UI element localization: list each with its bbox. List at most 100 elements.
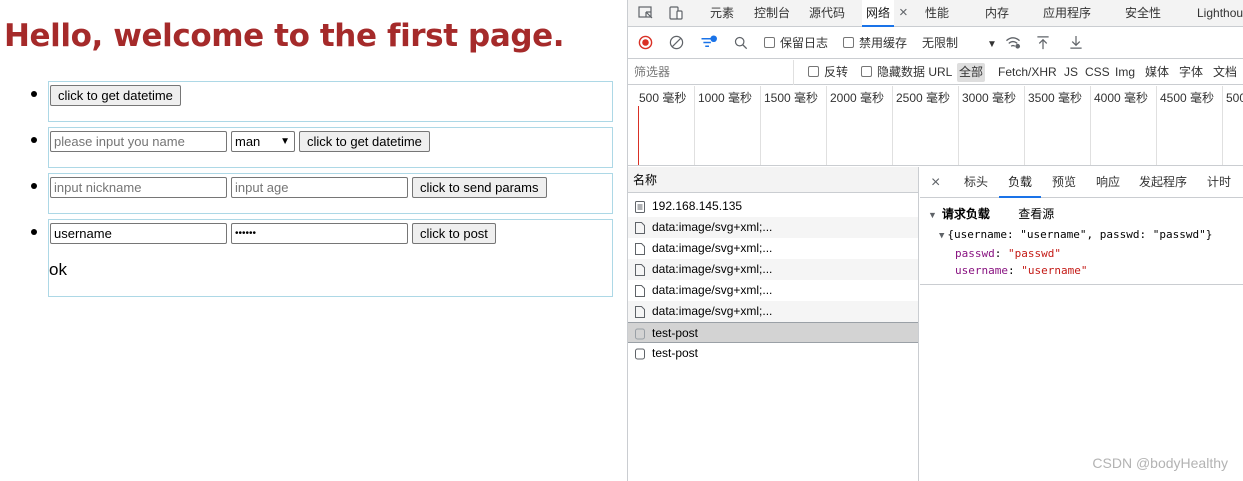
name-input[interactable]: please input you name (50, 131, 227, 152)
filter-type-img[interactable]: Img (1115, 60, 1135, 85)
hide-data-url-checkbox[interactable]: 隐藏数据 URL (861, 60, 952, 85)
request-list: 名称 192.168.145.135 data:image/svg+xml;..… (628, 167, 919, 481)
clear-icon[interactable] (669, 28, 684, 59)
tab-elements[interactable]: 元素 (710, 0, 734, 27)
payload-field: passwd: "passwd" (955, 247, 1061, 260)
triangle-down-icon: ▼ (939, 231, 945, 241)
network-toolbar: 保留日志 禁用缓存 无限制 ▼ (628, 28, 1243, 59)
xhr-icon (635, 328, 645, 340)
section-post: username •••••• click to post (48, 219, 613, 297)
inspect-element-icon[interactable] (638, 0, 654, 27)
request-row[interactable]: data:image/svg+xml;... (628, 217, 918, 238)
tab-application[interactable]: 应用程序 (1043, 0, 1091, 27)
request-row[interactable]: test-post (628, 343, 918, 364)
tab-preview[interactable]: 预览 (1052, 167, 1076, 198)
payload-field-key: passwd (955, 247, 995, 260)
file-icon (635, 264, 645, 276)
payload-section-header[interactable]: ▼ 请求负载 查看源 (928, 205, 1054, 222)
export-har-icon[interactable] (1069, 28, 1083, 59)
disable-cache-checkbox[interactable]: 禁用缓存 (843, 28, 907, 59)
close-network-tab-icon[interactable]: × (899, 0, 908, 27)
request-row[interactable]: data:image/svg+xml;... (628, 238, 918, 259)
filter-type-css[interactable]: CSS (1085, 60, 1110, 85)
tab-lighthouse[interactable]: Lighthou (1197, 0, 1243, 27)
record-icon[interactable] (638, 28, 653, 59)
timeline-tick: 500 (1222, 86, 1243, 165)
devtools-panel: 元素 控制台 源代码 网络 × 性能 内存 应用程序 安全性 Lighthou … (627, 0, 1243, 481)
tab-sources[interactable]: 源代码 (809, 0, 845, 27)
request-name: data:image/svg+xml;... (652, 262, 773, 276)
file-icon (635, 222, 645, 234)
checkbox-box (861, 66, 872, 77)
tab-memory[interactable]: 内存 (985, 0, 1009, 27)
search-icon[interactable] (734, 28, 748, 59)
filter-type-all[interactable]: 全部 (957, 63, 986, 82)
filter-icon[interactable] (700, 28, 718, 59)
age-input[interactable]: input age (231, 177, 408, 198)
tab-headers[interactable]: 标头 (964, 167, 988, 198)
import-har-icon[interactable] (1036, 28, 1050, 59)
timeline-tick: 2000 毫秒 (826, 86, 884, 165)
request-row[interactable]: data:image/svg+xml;... (628, 280, 918, 301)
request-list-header[interactable]: 名称 (628, 167, 918, 193)
list-bullet (31, 183, 37, 189)
section-send-params: input nickname input age click to send p… (48, 173, 613, 214)
payload-summary-row[interactable]: ▼ {username: "username", passwd: "passwd"… (939, 228, 1212, 241)
filter-type-media[interactable]: 媒体 (1145, 60, 1169, 85)
send-params-button[interactable]: click to send params (412, 177, 547, 198)
post-button[interactable]: click to post (412, 223, 496, 244)
tab-network[interactable]: 网络 (862, 0, 895, 27)
invert-label: 反转 (824, 65, 849, 79)
password-input[interactable]: •••••• (231, 223, 408, 244)
filter-input[interactable]: 筛选器 (634, 60, 794, 85)
request-row-selected[interactable]: test-post (628, 322, 918, 343)
request-name: 192.168.145.135 (652, 199, 743, 213)
request-name: data:image/svg+xml;... (652, 283, 773, 297)
filter-type-fetch-xhr[interactable]: Fetch/XHR (998, 60, 1057, 85)
filter-type-font[interactable]: 字体 (1179, 60, 1203, 85)
request-row[interactable]: data:image/svg+xml;... (628, 259, 918, 280)
tab-performance[interactable]: 性能 (925, 0, 949, 27)
tab-console[interactable]: 控制台 (754, 0, 790, 27)
network-conditions-icon[interactable] (1004, 28, 1022, 59)
devtools-tabbar: 元素 控制台 源代码 网络 × 性能 内存 应用程序 安全性 Lighthou (628, 0, 1243, 27)
view-source-link[interactable]: 查看源 (1018, 207, 1054, 221)
tab-timing[interactable]: 计时 (1207, 167, 1231, 198)
get-datetime-button[interactable]: click to get datetime (50, 85, 181, 106)
tab-payload[interactable]: 负载 (999, 167, 1042, 198)
request-row[interactable]: 192.168.145.135 (628, 196, 918, 217)
preserve-log-checkbox[interactable]: 保留日志 (764, 28, 828, 59)
file-icon (635, 285, 645, 297)
filter-type-doc[interactable]: 文档 (1213, 60, 1237, 85)
get-datetime-button-2[interactable]: click to get datetime (299, 131, 430, 152)
disable-cache-label: 禁用缓存 (859, 36, 908, 50)
request-name: data:image/svg+xml;... (652, 241, 773, 255)
document-icon (635, 201, 645, 213)
tab-initiator[interactable]: 发起程序 (1139, 167, 1187, 198)
checkbox-box (764, 37, 775, 48)
timeline-tick: 500 毫秒 (639, 91, 687, 105)
gender-select[interactable]: man ▼ (231, 131, 295, 152)
timeline-tick: 1500 毫秒 (760, 86, 818, 165)
timeline-tick: 4000 毫秒 (1090, 86, 1148, 165)
filter-type-js[interactable]: JS (1064, 60, 1078, 85)
request-row[interactable]: data:image/svg+xml;... (628, 301, 918, 322)
nickname-input[interactable]: input nickname (50, 177, 227, 198)
close-details-icon[interactable]: × (931, 167, 940, 198)
tab-response[interactable]: 响应 (1096, 167, 1120, 198)
triangle-down-icon: ▼ (928, 210, 937, 220)
payload-field-key: username (955, 264, 1008, 277)
payload-field-value: "username" (1021, 264, 1088, 277)
file-icon (635, 243, 645, 255)
chevron-down-icon: ▼ (280, 136, 290, 147)
throttling-select[interactable]: 无限制 ▼ (922, 28, 997, 59)
username-input[interactable]: username (50, 223, 227, 244)
network-timeline[interactable]: 500 毫秒 1000 毫秒 1500 毫秒 2000 毫秒 2500 毫秒 3… (628, 86, 1243, 166)
device-toggle-icon[interactable] (668, 0, 684, 27)
gender-select-value: man (235, 134, 261, 149)
list-bullet (31, 229, 37, 235)
filter-bar: 筛选器 反转 隐藏数据 URL 全部 Fetch/XHR JS CSS Img … (628, 60, 1243, 85)
payload-field-value: "passwd" (1008, 247, 1061, 260)
tab-security[interactable]: 安全性 (1125, 0, 1161, 27)
invert-checkbox[interactable]: 反转 (808, 60, 848, 85)
